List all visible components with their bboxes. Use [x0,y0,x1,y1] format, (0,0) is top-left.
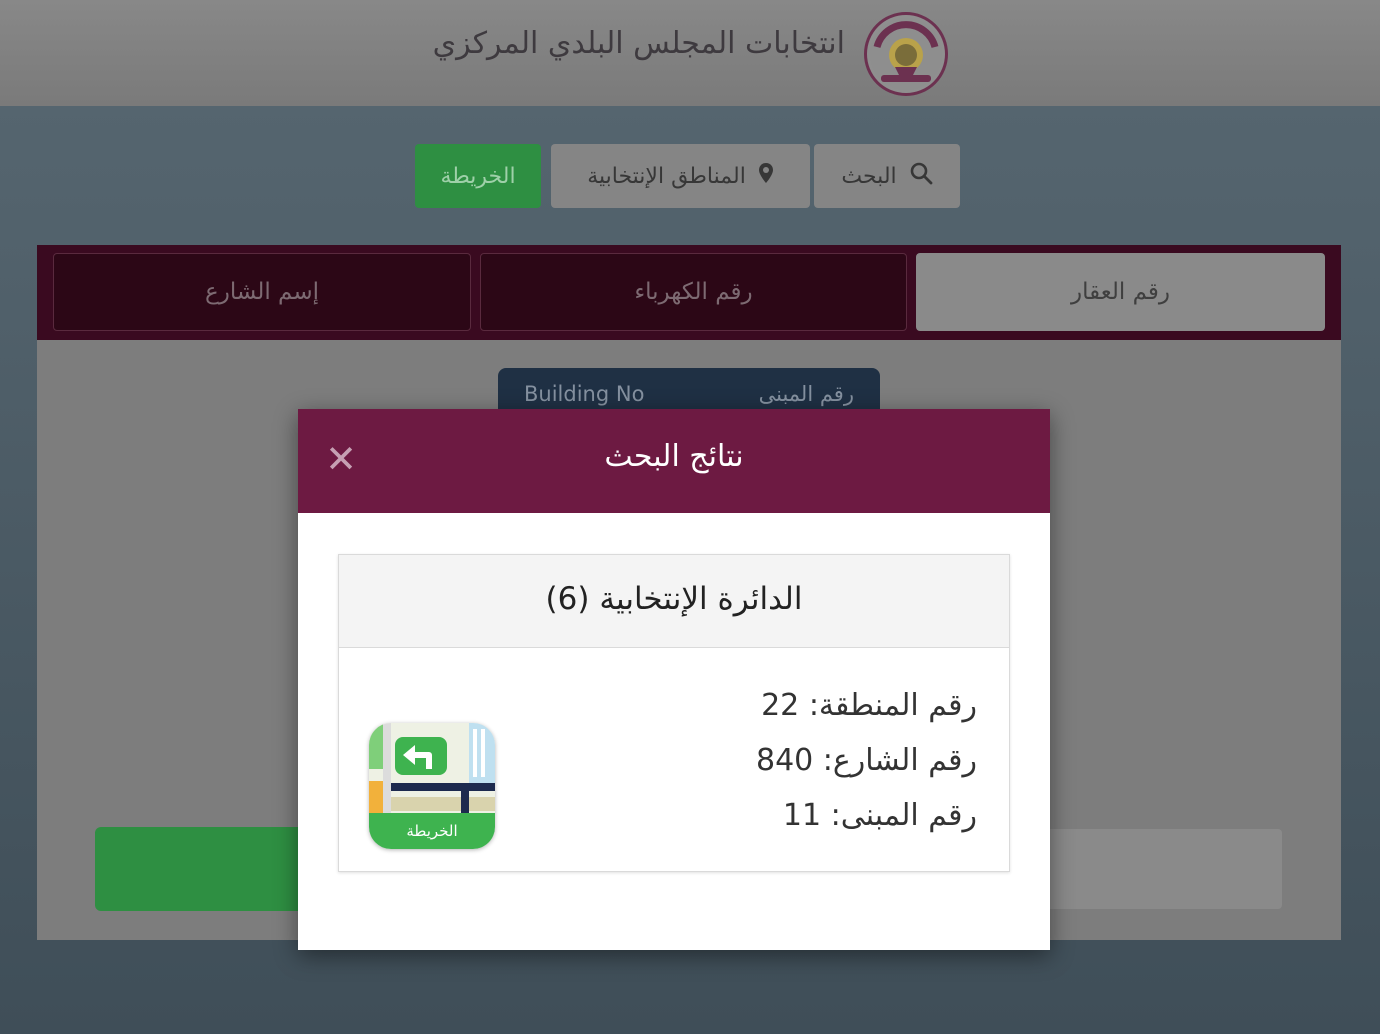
state-emblem-icon [864,12,948,96]
map-button-label: الخريطة [369,813,495,849]
search-nav-label: البحث [841,163,897,189]
map-nav-button[interactable]: الخريطة [415,144,541,208]
search-icon [909,161,933,191]
building-number: رقم المبنى: 11 [782,798,977,833]
result-card-header: الدائرة الإنتخابية (6) [339,555,1009,648]
electoral-regions-label: المناطق الإنتخابية [587,163,746,189]
tab-street-name-label: إسم الشارع [204,279,320,305]
tab-electricity-number-label: رقم الكهرباء [634,279,753,305]
open-map-button[interactable]: الخريطة [369,723,495,849]
map-nav-label: الخريطة [440,163,516,189]
search-results-modal: نتائج البحث ✕ الدائرة الإنتخابية (6) رقم… [298,409,1050,950]
tab-street-name[interactable]: إسم الشارع [53,253,471,331]
search-value-input[interactable] [1010,829,1282,909]
electoral-district: الدائرة الإنتخابية (6) [545,581,803,617]
tab-electricity-number[interactable]: رقم الكهرباء [480,253,907,331]
tab-property-number[interactable]: رقم العقار [916,253,1325,331]
page-title: انتخابات المجلس البلدي المركزي [432,26,845,61]
street-number: رقم الشارع: 840 [755,743,977,778]
app-header: انتخابات المجلس البلدي المركزي [0,0,1380,106]
submit-search-button[interactable] [95,827,325,911]
modal-title: نتائج البحث [604,439,744,474]
close-icon[interactable]: ✕ [324,439,358,479]
result-card: الدائرة الإنتخابية (6) رقم المنطقة: 22 ر… [338,554,1010,872]
map-app-icon [369,723,495,819]
electoral-regions-button[interactable]: المناطق الإنتخابية [551,144,810,208]
location-pin-icon [758,162,774,190]
tab-property-number-label: رقم العقار [1071,279,1170,305]
search-nav-button[interactable]: البحث [814,144,960,208]
zone-number: رقم المنطقة: 22 [761,688,977,723]
modal-header: نتائج البحث ✕ [298,409,1050,513]
